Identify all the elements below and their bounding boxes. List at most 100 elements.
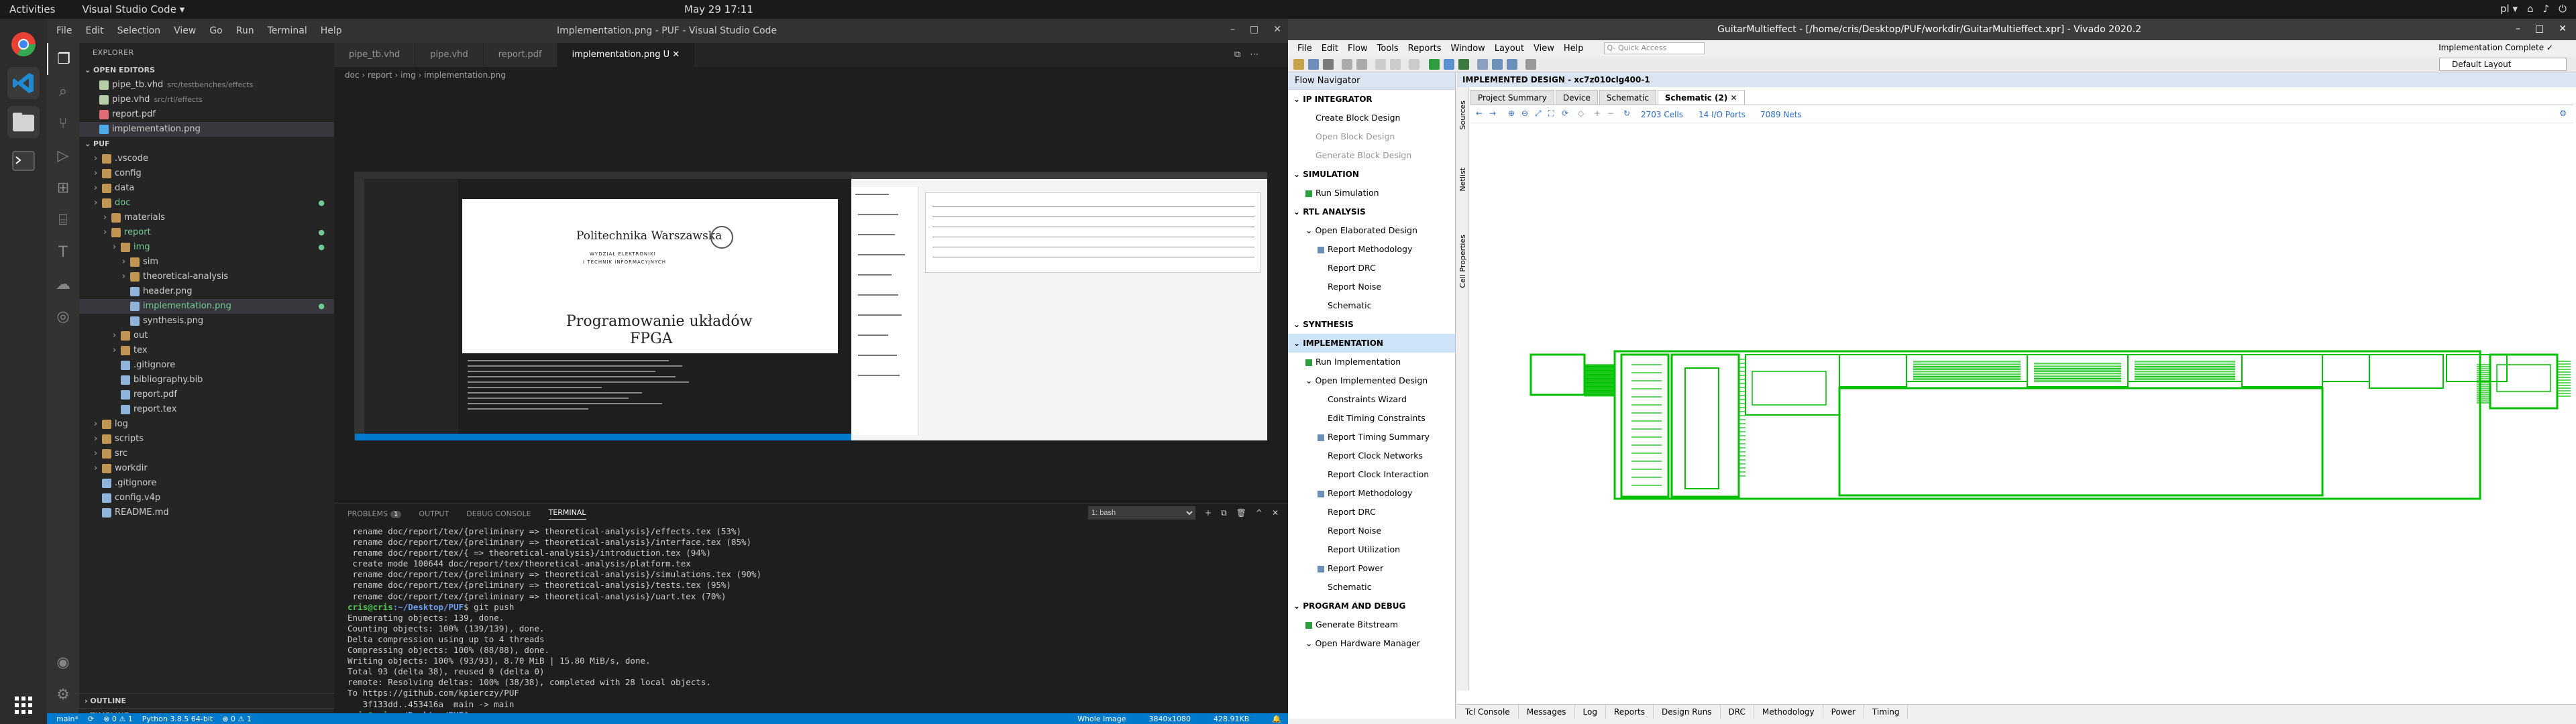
- gitlens-icon[interactable]: ◎: [47, 300, 79, 333]
- nav-item[interactable]: Schematic: [1288, 578, 1455, 597]
- step-icon[interactable]: [1444, 59, 1454, 70]
- extensions-icon[interactable]: ⊞: [47, 172, 79, 204]
- close-icon[interactable]: ✕: [2559, 23, 2567, 34]
- folder-item[interactable]: › data: [79, 181, 334, 196]
- paste-icon[interactable]: [1390, 59, 1401, 70]
- bottom-tab-drc[interactable]: DRC: [1721, 705, 1754, 719]
- schematic-block[interactable]: [1529, 353, 1586, 396]
- collapse-icon[interactable]: −: [1607, 109, 1614, 118]
- settings-icon[interactable]: [1477, 59, 1488, 70]
- folder-item[interactable]: › materials: [79, 210, 334, 225]
- design-tab[interactable]: Project Summary: [1470, 90, 1554, 105]
- folder-item[interactable]: › config: [79, 166, 334, 181]
- schematic-block[interactable]: [1684, 367, 1719, 489]
- split-editor-icon[interactable]: ⧉: [1234, 50, 1240, 60]
- maximize-icon[interactable]: □: [1250, 24, 1258, 35]
- nav-item[interactable]: Report DRC: [1288, 503, 1455, 522]
- minimize-icon[interactable]: –: [1230, 24, 1235, 35]
- outline-section[interactable]: › OUTLINE: [79, 693, 334, 708]
- panel-tab-output[interactable]: OUTPUT: [419, 509, 449, 518]
- editor-tab[interactable]: report.pdf: [483, 43, 557, 67]
- nav-item[interactable]: Generate Bitstream: [1288, 615, 1455, 634]
- sync-icon[interactable]: ⟳: [88, 715, 94, 723]
- program-device-icon[interactable]: [1458, 59, 1469, 70]
- source-control-icon[interactable]: ⑂: [47, 107, 79, 139]
- nav-section[interactable]: ⌄ SIMULATION: [1288, 165, 1455, 184]
- run-debug-icon[interactable]: ▷: [47, 139, 79, 172]
- problems-status[interactable]: ⊗ 0 ⚠ 1: [103, 715, 133, 723]
- close-icon[interactable]: ✕: [1273, 24, 1281, 35]
- schematic-canvas[interactable]: [1470, 123, 2573, 668]
- file-item[interactable]: config.v4p: [79, 491, 334, 505]
- bottom-tab-power[interactable]: Power: [1823, 705, 1864, 719]
- app-menu[interactable]: Visual Studio Code ▾: [82, 3, 184, 15]
- layout-selector[interactable]: Default Layout: [2439, 58, 2567, 71]
- menu-terminal[interactable]: Terminal: [268, 25, 307, 36]
- refresh-icon[interactable]: ↻: [1623, 109, 1630, 118]
- nav-item[interactable]: Edit Timing Constraints: [1288, 409, 1455, 428]
- minimize-icon[interactable]: –: [2516, 23, 2520, 34]
- volume-icon[interactable]: ♪: [2543, 3, 2550, 15]
- vscode-icon[interactable]: [7, 67, 40, 99]
- sources-vtab[interactable]: Sources: [1458, 101, 1467, 130]
- split-terminal-icon[interactable]: ⧉: [1221, 508, 1227, 518]
- schematic-block[interactable]: [2322, 354, 2370, 382]
- menu-edit[interactable]: Edit: [85, 25, 103, 36]
- docker-icon[interactable]: ☁: [47, 268, 79, 300]
- folder-item[interactable]: › report ●: [79, 225, 334, 240]
- nav-item[interactable]: Report Methodology: [1288, 240, 1455, 259]
- open-editors-section[interactable]: ⌄ OPEN EDITORS: [79, 63, 334, 78]
- workspace-section[interactable]: ⌄ PUF: [79, 137, 334, 152]
- nav-item[interactable]: Schematic: [1288, 296, 1455, 315]
- menu-run[interactable]: Run: [236, 25, 254, 36]
- file-item[interactable]: synthesis.png: [79, 314, 334, 328]
- redo-icon[interactable]: [1356, 59, 1367, 70]
- terminal-selector[interactable]: 1: bash: [1088, 506, 1195, 520]
- file-item[interactable]: README.md: [79, 505, 334, 520]
- back-icon[interactable]: ←: [1476, 109, 1483, 118]
- terminal-icon[interactable]: [7, 145, 40, 177]
- nav-item[interactable]: Report Noise: [1288, 522, 1455, 540]
- bottom-tab-tcl-console[interactable]: Tcl Console: [1457, 705, 1519, 719]
- nav-item[interactable]: ⌄ Open Implemented Design: [1288, 371, 1455, 390]
- folder-item[interactable]: › tex: [79, 343, 334, 358]
- schematic-block[interactable]: [2241, 354, 2323, 387]
- file-item[interactable]: implementation.png ●: [79, 299, 334, 314]
- highlight-icon[interactable]: ◇: [1578, 109, 1584, 118]
- maximize-icon[interactable]: □: [2535, 23, 2544, 34]
- delete-icon[interactable]: [1409, 59, 1419, 70]
- breadcrumb[interactable]: doc › report › img › implementation.png: [334, 67, 1288, 83]
- schematic-block[interactable]: [1620, 353, 1670, 498]
- folder-item[interactable]: › doc ●: [79, 196, 334, 210]
- schematic-block[interactable]: [2446, 354, 2508, 382]
- vivado-menu-window[interactable]: Window: [1451, 44, 1485, 54]
- nav-item[interactable]: Open Block Design: [1288, 127, 1455, 146]
- chrome-icon[interactable]: [7, 28, 40, 60]
- clear-icon[interactable]: [1525, 59, 1536, 70]
- file-item[interactable]: header.png: [79, 284, 334, 299]
- chevron-up-icon[interactable]: ^: [1256, 508, 1263, 518]
- nets-count[interactable]: 7089 Nets: [1760, 110, 1802, 119]
- files-icon[interactable]: [7, 106, 40, 138]
- zoom-area-icon[interactable]: ⛶: [1548, 109, 1554, 119]
- open-editor-item[interactable]: pipe.vhd src/rtl/effects: [79, 93, 334, 107]
- editor-tab[interactable]: pipe_tb.vhd: [334, 43, 416, 67]
- timeline-section[interactable]: › TIMELINE: [79, 708, 334, 720]
- zoom-out-icon[interactable]: ⊖: [1521, 109, 1528, 118]
- nav-item[interactable]: Report Noise: [1288, 278, 1455, 296]
- schematic-block[interactable]: [1670, 353, 1740, 498]
- quick-access-input[interactable]: Q- Quick Access: [1603, 42, 1705, 54]
- open-project-icon[interactable]: [1308, 59, 1319, 70]
- open-editor-item[interactable]: pipe_tb.vhd src/testbenches/effects: [79, 78, 334, 93]
- open-editor-item[interactable]: implementation.png: [79, 122, 334, 137]
- menu-help[interactable]: Help: [321, 25, 342, 36]
- cell-properties-vtab[interactable]: Cell Properties: [1458, 235, 1467, 288]
- panel-tab-problems[interactable]: PROBLEMS 1: [347, 509, 402, 518]
- menu-selection[interactable]: Selection: [117, 25, 161, 36]
- nav-item[interactable]: Report Clock Networks: [1288, 446, 1455, 465]
- schematic-settings-icon[interactable]: ⚙: [2559, 109, 2567, 118]
- undo-icon[interactable]: [1342, 59, 1352, 70]
- nav-item[interactable]: Run Implementation: [1288, 353, 1455, 371]
- folder-item[interactable]: › .vscode: [79, 152, 334, 166]
- vivado-menu-view[interactable]: View: [1534, 44, 1554, 54]
